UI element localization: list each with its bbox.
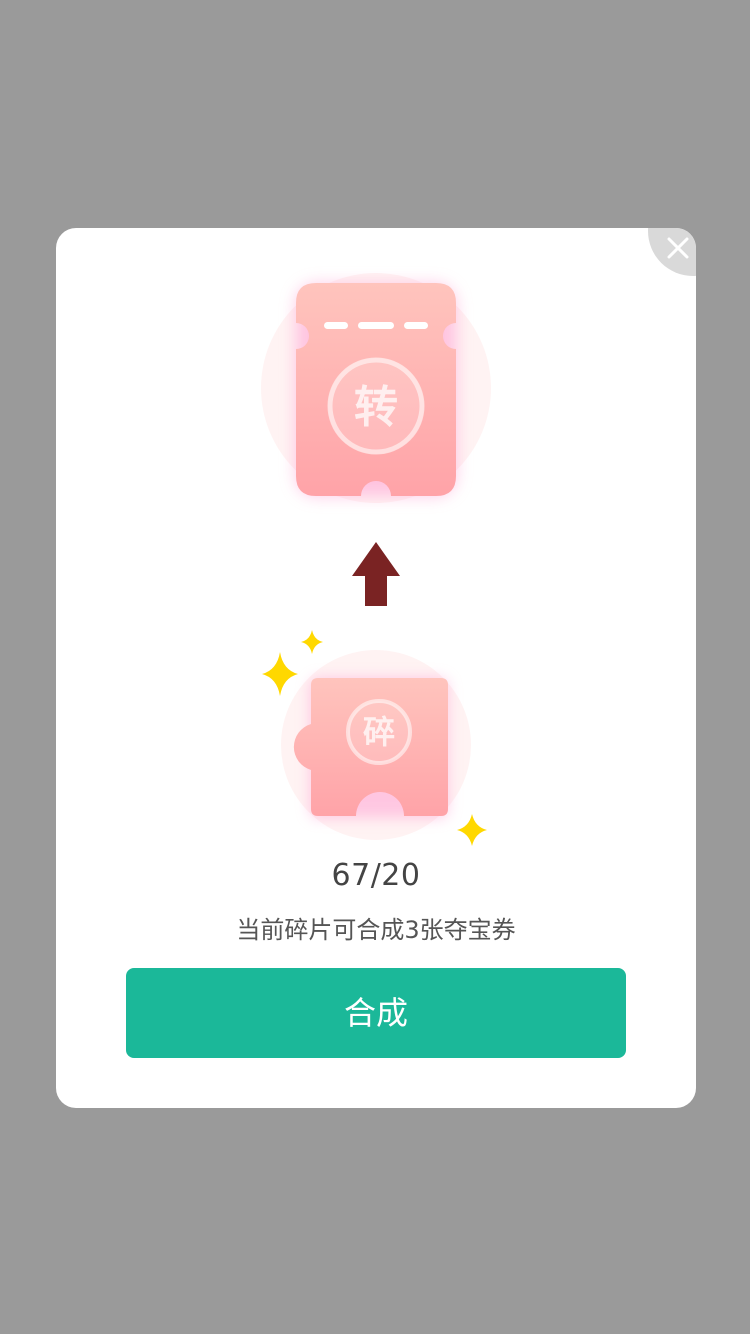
merge-dialog: 转 碎 67/20 当前碎片可合成3张夺宝券 合成 [56,228,696,1108]
fragment-label: 碎 [362,713,395,751]
sparkle-icon [457,814,487,846]
ticket-label: 转 [354,382,398,433]
sparkle-icon [262,652,298,696]
arrow-up-icon [352,542,400,606]
ticket-icon [261,273,491,503]
merge-button[interactable]: 合成 [126,968,626,1058]
fragment-count: 67/20 [331,858,421,893]
ticket-illustration [56,228,696,528]
sparkle-icon [301,630,323,654]
merge-description: 当前碎片可合成3张夺宝券 [236,916,516,944]
